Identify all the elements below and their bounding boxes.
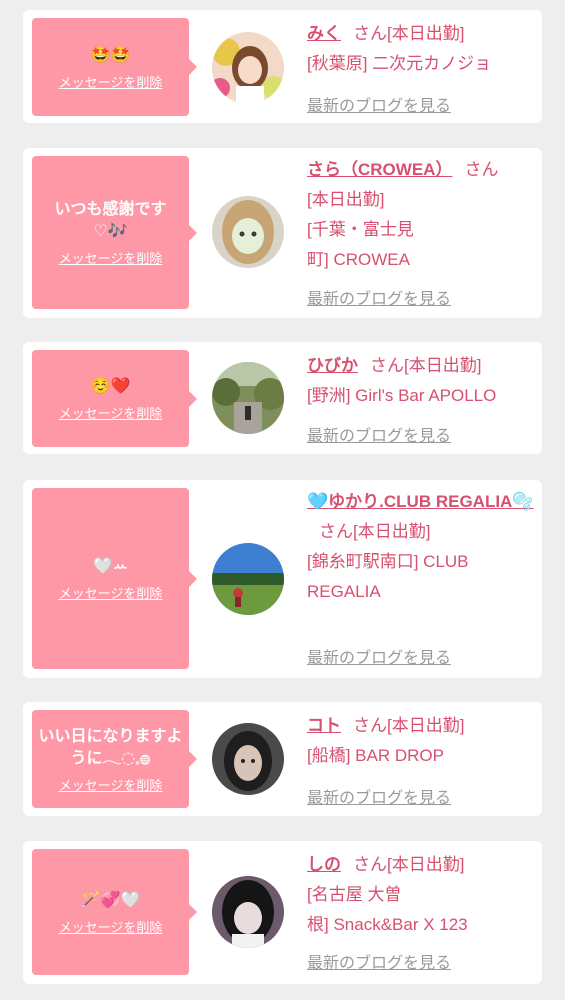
message-text: 🤩🤩 [90, 44, 131, 64]
delete-message-link[interactable]: メッセージを削除 [59, 248, 163, 267]
avatar[interactable] [212, 876, 284, 948]
message-card: 🤍ꕀ メッセージを削除 🩵ゆかり.CLUB REGALIA🫧 さん[本日出勤] [… [23, 480, 542, 678]
message-bubble: 🪄💞🤍 メッセージを削除 [32, 849, 197, 975]
avatar[interactable] [212, 723, 284, 795]
shop-name: [錦糸町駅南口] CLUB [307, 552, 469, 571]
girl-name-link[interactable]: しの [307, 855, 341, 874]
status-label: [本日出勤] [387, 24, 465, 43]
message-text: いつも感謝です♡🎶 [54, 199, 167, 240]
message-text: いい日になりますように𓂃◌𓈒𓐍 [38, 725, 183, 767]
shop-name: [野洲] Girl's Bar APOLLO [307, 386, 497, 405]
girl-name-link[interactable]: 🩵ゆかり.CLUB REGALIA🫧 [307, 492, 534, 511]
blog-link[interactable]: 最新のブログを見る [307, 784, 451, 808]
status-label: [本日出勤] [353, 522, 431, 541]
message-card: いつも感謝です♡🎶 メッセージを削除 さら（CROWEA） さん [本日出勤] [… [23, 148, 542, 318]
message-text: ☺️❤️ [90, 376, 131, 395]
message-card: 🤩🤩 メッセージを削除 みく さん[本日出勤] [秋葉原] 二次元カノジョ 最新の… [23, 10, 542, 123]
shop-name: 町] CROWEA [307, 250, 410, 269]
message-text: 🪄💞🤍 [80, 889, 141, 909]
status-label: [本日出勤] [404, 356, 482, 375]
girl-info: ひびか さん[本日出勤] [野洲] Girl's Bar APOLLO [307, 351, 535, 411]
message-bubble: いつも感謝です♡🎶 メッセージを削除 [32, 156, 197, 309]
girl-info: しの さん[本日出勤] [名古屋 大曽 根] Snack&Bar X 123 [307, 850, 535, 940]
girl-info: さら（CROWEA） さん [本日出勤] [千葉・富士見 町] CROWEA [307, 155, 535, 275]
shop-name: 根] Snack&Bar X 123 [307, 915, 468, 934]
shop-name: REGALIA [307, 582, 381, 601]
blog-link[interactable]: 最新のブログを見る [307, 422, 451, 446]
shop-name: [名古屋 大曽 [307, 885, 402, 904]
delete-message-link[interactable]: メッセージを削除 [59, 583, 163, 602]
san-label: さん [353, 716, 387, 735]
girl-info: コト さん[本日出勤] [船橋] BAR DROP [307, 711, 535, 771]
shop-name: [千葉・富士見 [307, 220, 414, 239]
san-label: さん [319, 522, 353, 541]
blog-link[interactable]: 最新のブログを見る [307, 285, 451, 309]
status-label: [本日出勤] [387, 855, 465, 874]
san-label: さん [353, 855, 387, 874]
blog-link[interactable]: 最新のブログを見る [307, 949, 451, 973]
avatar[interactable] [212, 196, 284, 268]
message-bubble: 🤩🤩 メッセージを削除 [32, 18, 197, 116]
status-label: [本日出勤] [307, 190, 385, 209]
message-bubble: ☺️❤️ メッセージを削除 [32, 350, 197, 447]
status-label: [本日出勤] [387, 716, 465, 735]
girl-name-link[interactable]: コト [307, 716, 341, 735]
delete-message-link[interactable]: メッセージを削除 [59, 403, 163, 422]
girl-name-link[interactable]: みく [307, 24, 341, 43]
avatar[interactable] [212, 32, 284, 104]
girl-info: 🩵ゆかり.CLUB REGALIA🫧 さん[本日出勤] [錦糸町駅南口] CLUB… [307, 487, 535, 607]
san-label: さん [353, 24, 387, 43]
message-text: 🤍ꕀ [93, 556, 128, 575]
message-card: いい日になりますように𓂃◌𓈒𓐍 メッセージを削除 コト さん[本日出勤] [船橋]… [23, 702, 542, 816]
girl-name-link[interactable]: ひびか [307, 356, 358, 375]
delete-message-link[interactable]: メッセージを削除 [59, 775, 163, 794]
delete-message-link[interactable]: メッセージを削除 [59, 72, 163, 91]
message-card: ☺️❤️ メッセージを削除 ひびか さん[本日出勤] [野洲] Girl's Ba… [23, 342, 542, 454]
avatar[interactable] [212, 362, 284, 434]
san-label: さん [464, 160, 499, 179]
avatar[interactable] [212, 543, 284, 615]
delete-message-link[interactable]: メッセージを削除 [59, 917, 163, 936]
message-card: 🪄💞🤍 メッセージを削除 しの さん[本日出勤] [名古屋 大曽 根] Snack… [23, 841, 542, 984]
shop-name: [船橋] BAR DROP [307, 746, 444, 765]
message-bubble: 🤍ꕀ メッセージを削除 [32, 488, 197, 669]
san-label: さん [370, 356, 404, 375]
message-bubble: いい日になりますように𓂃◌𓈒𓐍 メッセージを削除 [32, 710, 197, 808]
blog-link[interactable]: 最新のブログを見る [307, 644, 451, 668]
girl-info: みく さん[本日出勤] [秋葉原] 二次元カノジョ [307, 19, 535, 79]
girl-name-link[interactable]: さら（CROWEA） [307, 160, 452, 179]
shop-name: [秋葉原] 二次元カノジョ [307, 54, 492, 73]
blog-link[interactable]: 最新のブログを見る [307, 92, 451, 116]
